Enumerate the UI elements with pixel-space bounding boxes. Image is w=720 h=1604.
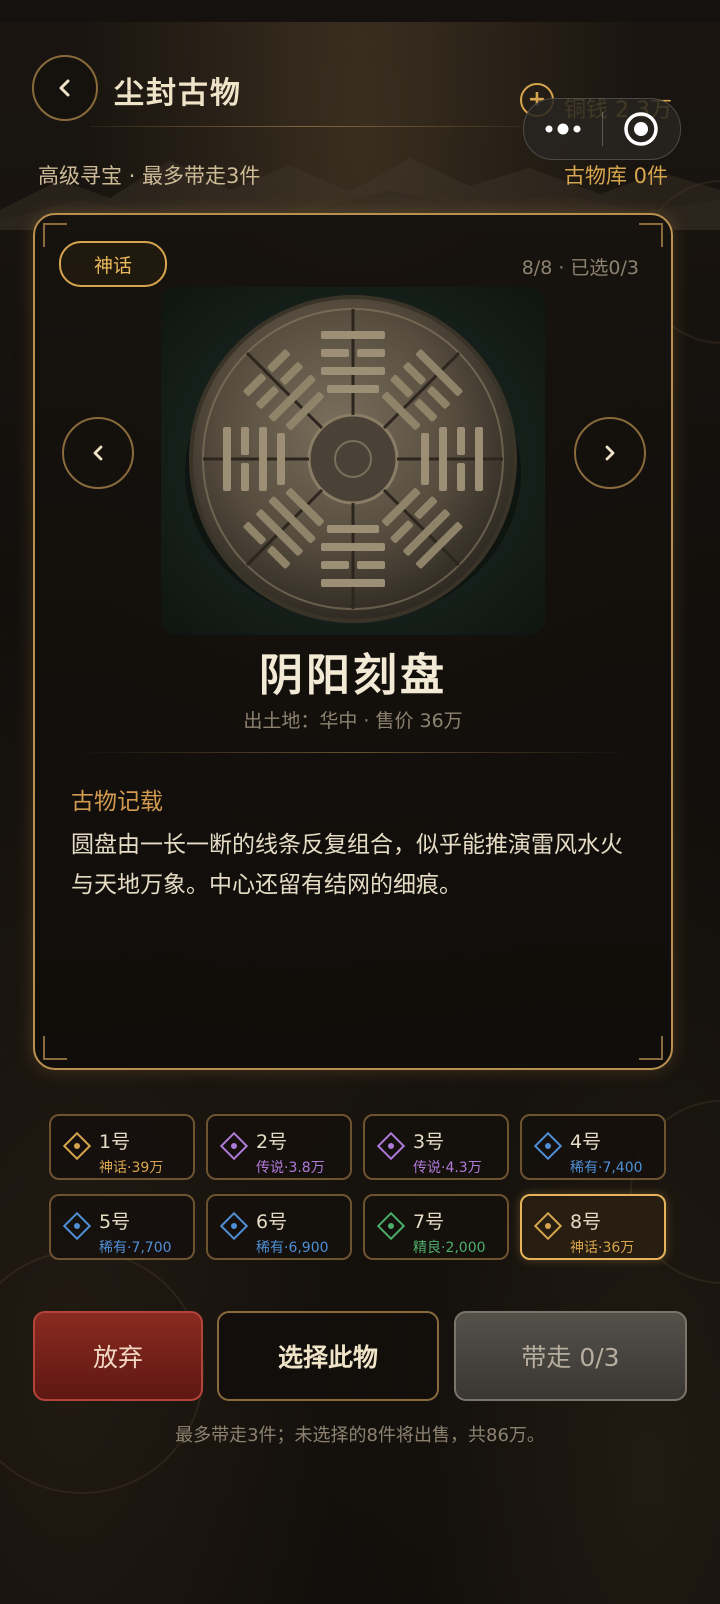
- slot-number: 1号: [99, 1131, 131, 1153]
- slot-number: 3号: [413, 1131, 445, 1153]
- close-mini-program-button[interactable]: [603, 111, 681, 147]
- slot-1[interactable]: 1号 神话·39万: [49, 1114, 195, 1180]
- card-corner: [43, 1036, 67, 1060]
- more-dots-icon: [545, 123, 581, 135]
- page-title: 尘封古物: [114, 76, 242, 111]
- chevron-left-icon: [93, 445, 103, 461]
- slot-5[interactable]: 5号 稀有·7,700: [49, 1194, 195, 1260]
- card-corner: [639, 1036, 663, 1060]
- artifact-card: 神话 8/8 · 已选0/3 阴阳刻盘 出土地：华中 · 售价 36万 古物记载…: [33, 213, 673, 1070]
- diamond-icon: [62, 1211, 92, 1241]
- diamond-icon: [219, 1131, 249, 1161]
- chevron-left-icon: [59, 79, 70, 97]
- more-button[interactable]: [524, 122, 602, 136]
- slot-number: 5号: [99, 1211, 131, 1233]
- header-divider: [90, 126, 520, 127]
- slot-info: 传说·3.8万: [256, 1160, 325, 1176]
- slot-info: 稀有·7,700: [99, 1240, 172, 1256]
- inventory-count[interactable]: 古物库 0件: [564, 160, 668, 190]
- card-divider: [75, 752, 631, 753]
- slot-4[interactable]: 4号 稀有·7,400: [520, 1114, 666, 1180]
- diamond-icon: [62, 1131, 92, 1161]
- abandon-label: 放弃: [92, 1343, 143, 1372]
- slot-info: 稀有·7,400: [570, 1160, 643, 1176]
- next-artifact-button[interactable]: [574, 417, 646, 489]
- slot-info: 精良·2,000: [413, 1240, 486, 1256]
- diamond-icon: [219, 1211, 249, 1241]
- select-label: 选择此物: [277, 1343, 378, 1372]
- back-button[interactable]: [32, 55, 98, 121]
- diamond-icon: [376, 1211, 406, 1241]
- record-text: 圆盘由一长一断的线条反复组合，似乎能推演雷风水火与天地万象。中心还留有结网的细痕…: [71, 832, 623, 898]
- slot-number: 4号: [570, 1131, 602, 1153]
- slot-info: 传说·4.3万: [413, 1160, 482, 1176]
- rarity-badge: 神话: [59, 241, 167, 287]
- slot-7[interactable]: 7号 精良·2,000: [363, 1194, 509, 1260]
- slot-number: 8号: [570, 1211, 602, 1233]
- card-corner: [639, 223, 663, 247]
- slot-info: 神话·36万: [570, 1240, 635, 1256]
- take-label: 带走 0/3: [521, 1343, 620, 1372]
- artifact-image: [161, 287, 545, 635]
- card-corner: [43, 223, 67, 247]
- diamond-icon: [376, 1131, 406, 1161]
- prev-artifact-button[interactable]: [62, 417, 134, 489]
- slot-8[interactable]: 8号 神话·36万: [520, 1194, 666, 1260]
- slot-3[interactable]: 3号 传说·4.3万: [363, 1114, 509, 1180]
- slot-info: 稀有·6,900: [256, 1240, 329, 1256]
- treasure-page: 尘封古物 + 铜钱 2.3万 高级寻宝 · 最多带走3件 古物库 0件: [0, 0, 720, 1604]
- artifact-origin-price: 出土地：华中 · 售价 36万: [243, 710, 463, 732]
- diamond-icon: [533, 1211, 563, 1241]
- selection-counter: 8/8 · 已选0/3: [521, 257, 639, 279]
- diamond-icon: [533, 1131, 563, 1161]
- take-away-button[interactable]: 带走 0/3: [454, 1311, 687, 1401]
- slot-6[interactable]: 6号 稀有·6,900: [206, 1194, 352, 1260]
- artifact-name: 阴阳刻盘: [259, 650, 447, 701]
- slot-2[interactable]: 2号 传说·3.8万: [206, 1114, 352, 1180]
- status-bar: [0, 0, 720, 22]
- select-artifact-button[interactable]: 选择此物: [217, 1311, 439, 1401]
- slot-number: 7号: [413, 1211, 445, 1233]
- record-title: 古物记载: [71, 789, 163, 815]
- slot-info: 神话·39万: [99, 1160, 164, 1176]
- abandon-button[interactable]: 放弃: [33, 1311, 203, 1401]
- bagua-disc-illustration: [185, 295, 521, 623]
- hunt-mode-label: 高级寻宝 · 最多带走3件: [38, 164, 261, 188]
- slot-number: 2号: [256, 1131, 288, 1153]
- chevron-right-icon: [605, 445, 615, 461]
- slot-number: 6号: [256, 1211, 288, 1233]
- mini-program-capsule: [523, 98, 681, 160]
- footer-note: 最多带走3件；未选择的8件将出售，共86万。: [175, 1425, 545, 1446]
- target-icon: [624, 112, 658, 146]
